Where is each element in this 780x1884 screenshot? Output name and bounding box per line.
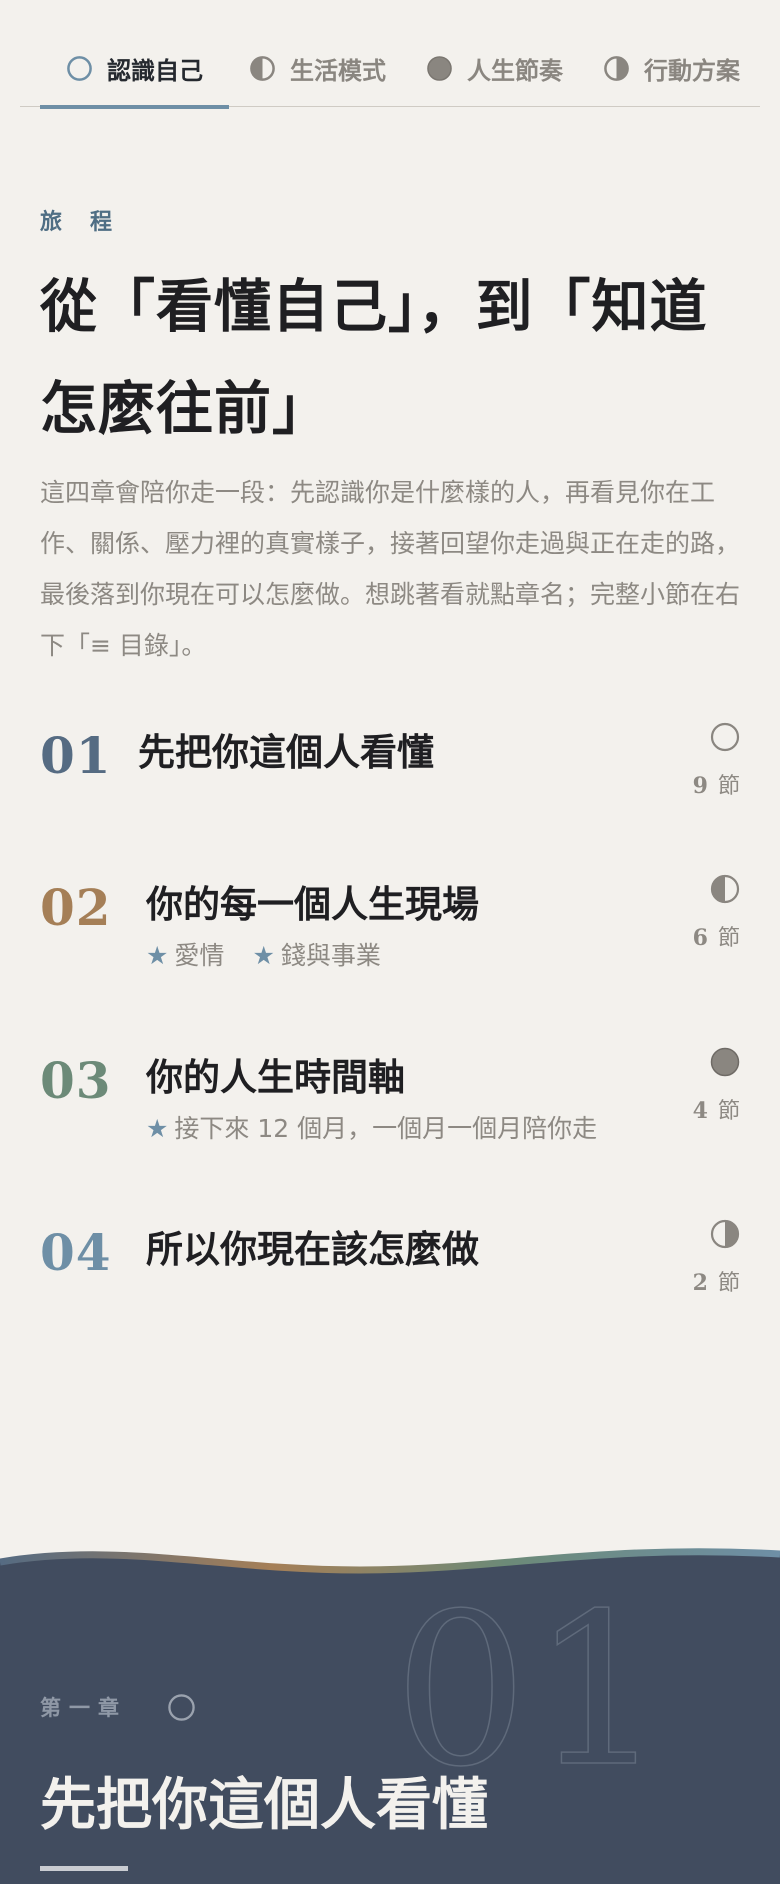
chapter-eyebrow: 第一章 (40, 1692, 196, 1722)
tab-know-yourself[interactable]: 認識自己 (40, 30, 229, 109)
chapter-tag-label: 接下來 12 個月，一個月一個月陪你走 (174, 1114, 598, 1143)
title-underline (40, 1866, 128, 1871)
chapter-tag: ★ 錢與事業 (252, 936, 380, 972)
filled-circle-icon (710, 1047, 740, 1077)
section-count-unit: 節 (717, 926, 740, 951)
tab-label: 認識自己 (107, 57, 203, 85)
tab-label: 人生節奏 (467, 57, 563, 85)
tab-label: 生活模式 (290, 57, 386, 85)
section-count: 2節 (693, 1265, 740, 1297)
chapter-title: 先把你這個人看懂 (40, 1772, 488, 1838)
tab-label: 行動方案 (644, 57, 740, 85)
half-circle-icon (710, 874, 740, 904)
tab-life-rhythm[interactable]: 人生節奏 (406, 30, 583, 107)
half-circle-icon (603, 55, 630, 82)
chapter-tag-label: 愛情 (174, 941, 225, 970)
chapter-tag: ★ 接下來 12 個月，一個月一個月陪你走 (146, 1109, 597, 1145)
tab-action-plan[interactable]: 行動方案 (583, 30, 760, 107)
section-count-value: 6 (692, 925, 708, 951)
chapter-item-04[interactable]: 04 所以你現在該怎麼做 2節 (40, 1219, 740, 1339)
section-count-unit: 節 (717, 1099, 740, 1124)
star-icon: ★ (252, 941, 275, 970)
section-eyebrow: 旅程 (40, 210, 141, 235)
section-count-value: 9 (692, 773, 708, 799)
chapter-item-01[interactable]: 01 先把你這個人看懂 9節 (40, 722, 740, 842)
chapter-number: 01 (40, 726, 112, 785)
chapter-tag-label: 錢與事業 (280, 941, 381, 970)
chapter-one-header: 01 第一章 先把你這個人看懂 (0, 1600, 780, 1884)
circle-outline-icon (66, 55, 93, 82)
wave-divider (0, 1548, 780, 1610)
section-count-unit: 節 (717, 774, 740, 799)
intro-paragraph: 這四章會陪你走一段：先認識你是什麼樣的人，再看見你在工作、關係、壓力裡的真實樣子… (40, 478, 741, 660)
half-circle-icon (249, 55, 276, 82)
chapter-title[interactable]: 所以你現在該怎麼做 (146, 1219, 479, 1273)
chapter-tags: ★ 愛情 ★ 錢與事業 (146, 936, 381, 972)
filled-circle-icon (426, 55, 453, 82)
page-title: 從「看懂自己」，到「知道怎麼往前」 (40, 273, 708, 442)
section-count-value: 4 (692, 1098, 708, 1124)
chapter-title[interactable]: 先把你這個人看懂 (138, 722, 434, 776)
chapter-number: 03 (40, 1051, 112, 1110)
chapter-number: 04 (40, 1223, 112, 1282)
circle-outline-icon (710, 722, 740, 752)
chapter-tag: ★ 愛情 (146, 936, 224, 972)
circle-outline-icon (167, 1693, 196, 1722)
chapter-title[interactable]: 你的每一個人生現場 (146, 874, 479, 928)
section-count: 4節 (693, 1093, 740, 1125)
chapter-number: 02 (40, 878, 112, 937)
chapter-title[interactable]: 你的人生時間軸 (146, 1047, 405, 1101)
half-circle-icon (710, 1219, 740, 1249)
tab-life-patterns[interactable]: 生活模式 (229, 30, 406, 107)
chapter-item-03[interactable]: 03 你的人生時間軸 ★ 接下來 12 個月，一個月一個月陪你走 4節 (40, 1047, 740, 1167)
section-count: 6節 (693, 920, 740, 952)
section-count: 9節 (693, 768, 740, 800)
chapter-tags: ★ 接下來 12 個月，一個月一個月陪你走 (146, 1109, 597, 1145)
section-count-value: 2 (692, 1270, 708, 1296)
section-count-unit: 節 (717, 1271, 740, 1296)
chapter-item-02[interactable]: 02 你的每一個人生現場 ★ 愛情 ★ 錢與事業 6節 (40, 874, 740, 994)
star-icon: ★ (146, 941, 169, 970)
chapter-eyebrow-label: 第一章 (40, 1696, 127, 1720)
star-icon: ★ (146, 1114, 169, 1143)
chapter-tabs: 認識自己 生活模式 人生節奏 行動方案 (20, 30, 760, 109)
